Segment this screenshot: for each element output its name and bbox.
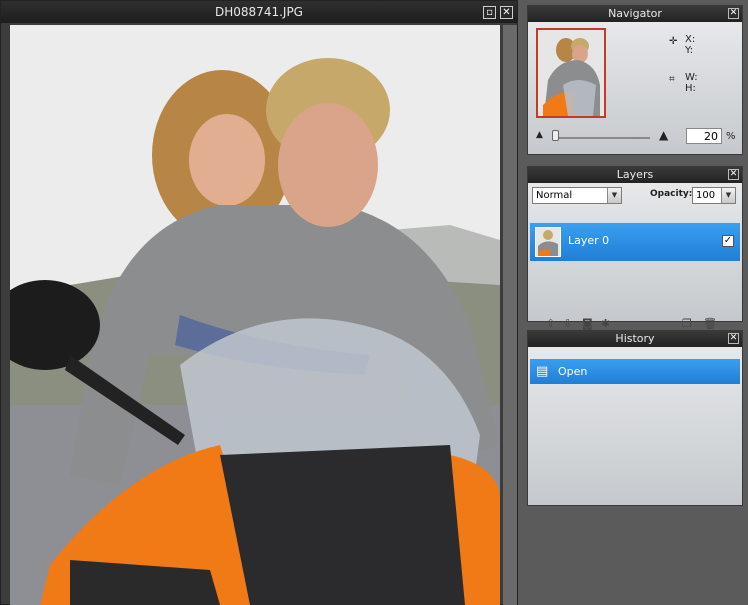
zoom-slider-track[interactable] [554, 137, 650, 139]
move-layer-up-icon[interactable]: ⇧ [546, 317, 555, 330]
zoom-unit: % [726, 131, 736, 142]
h-label: H: [685, 83, 696, 94]
navigator-body: ✛ X: Y: ⌗ W: H: ▲ ▲ % [528, 22, 742, 154]
close-icon[interactable]: ✕ [728, 169, 739, 180]
history-title: History ✕ [528, 331, 742, 347]
document-title: DH088741.JPG [1, 1, 517, 23]
close-icon[interactable]: ✕ [728, 8, 739, 19]
layer-name: Layer 0 [568, 234, 610, 247]
history-item[interactable]: ▤ Open [530, 359, 740, 384]
crosshair-icon: ✛ [669, 36, 678, 47]
new-layer-icon[interactable]: ❐ [682, 317, 692, 330]
x-label: X: [685, 34, 696, 45]
history-item-label: Open [558, 365, 588, 378]
history-panel: History ✕ ▤ Open [527, 330, 743, 506]
layers-panel: Layers ✕ Normal ▼ Opacity: 100 ▼ Layer 0… [527, 166, 743, 330]
y-label: Y: [685, 45, 694, 56]
opacity-value: 100 [696, 190, 716, 201]
close-icon[interactable]: ✕ [500, 6, 513, 19]
zoom-in-icon[interactable]: ▲ [659, 128, 668, 142]
layer-mask-icon[interactable]: ◙ [582, 317, 593, 330]
navigator-title-text: Navigator [608, 7, 662, 20]
blend-mode-select[interactable]: Normal ▼ [532, 187, 622, 204]
layers-title-text: Layers [616, 168, 654, 181]
chevron-down-icon: ▼ [721, 188, 735, 203]
w-label: W: [685, 72, 698, 83]
thumbnail-image [538, 30, 604, 116]
opacity-label: Opacity: [650, 189, 693, 199]
maximize-icon[interactable]: ▫ [483, 6, 496, 19]
move-layer-down-icon[interactable]: ⇩ [563, 317, 572, 330]
vertical-scrollbar[interactable] [503, 25, 517, 605]
navigator-panel: Navigator ✕ ✛ X: Y: ⌗ W: H: ▲ ▲ % [527, 5, 743, 155]
layer-thumbnail [535, 227, 561, 257]
navigator-title: Navigator ✕ [528, 6, 742, 22]
blend-mode-value: Normal [536, 190, 573, 201]
trash-icon[interactable]: 🗑 [703, 317, 717, 330]
layers-title: Layers ✕ [528, 167, 742, 183]
zoom-input[interactable] [686, 128, 722, 144]
crop-icon: ⌗ [669, 74, 675, 85]
document-window: DH088741.JPG ▫ ✕ [0, 0, 518, 605]
layer-thumbnail-image [536, 228, 560, 256]
image-canvas[interactable] [10, 25, 500, 605]
open-document-icon: ▤ [536, 364, 549, 379]
layer-row[interactable]: Layer 0 ✓ [530, 223, 740, 261]
zoom-out-icon[interactable]: ▲ [536, 130, 543, 140]
opacity-select[interactable]: 100 ▼ [692, 187, 736, 204]
layers-body: Normal ▼ Opacity: 100 ▼ Layer 0 ✓ ⇧ ⇩ ◙ … [528, 183, 742, 330]
navigator-thumbnail[interactable] [536, 28, 606, 118]
history-body: ▤ Open [528, 347, 742, 505]
photo-image [10, 25, 500, 605]
close-icon[interactable]: ✕ [728, 333, 739, 344]
history-title-text: History [615, 332, 655, 345]
chevron-down-icon: ▼ [607, 188, 621, 203]
zoom-slider-handle[interactable] [552, 130, 559, 141]
layer-style-icon[interactable]: ✱ [601, 317, 610, 330]
layer-visibility-checkbox[interactable]: ✓ [722, 235, 734, 247]
